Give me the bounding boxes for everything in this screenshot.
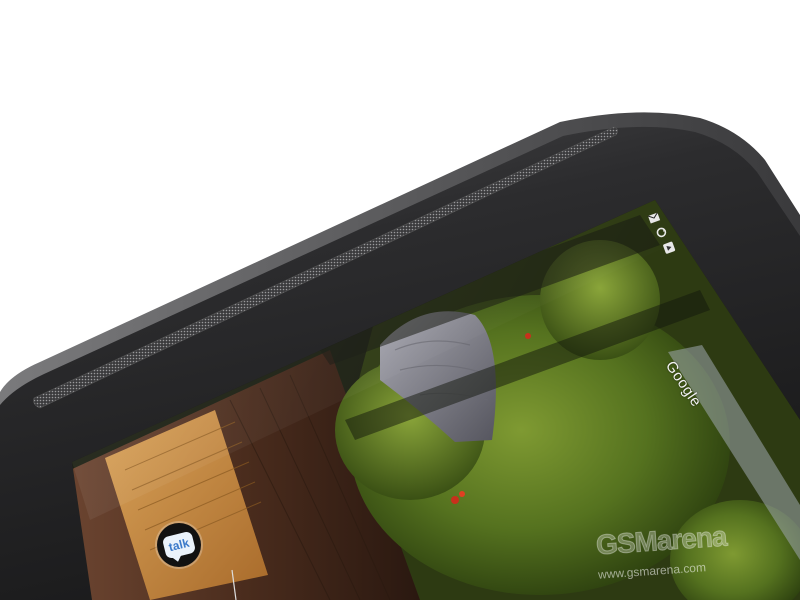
photo-scene: Google talk GSMarena www.gsmarena.com (0, 0, 800, 600)
tablet-photo (0, 112, 800, 600)
talk-bubble-icon: talk (161, 530, 197, 560)
talk-app-label: talk (167, 535, 191, 555)
talk-app-icon[interactable]: talk (157, 523, 201, 567)
